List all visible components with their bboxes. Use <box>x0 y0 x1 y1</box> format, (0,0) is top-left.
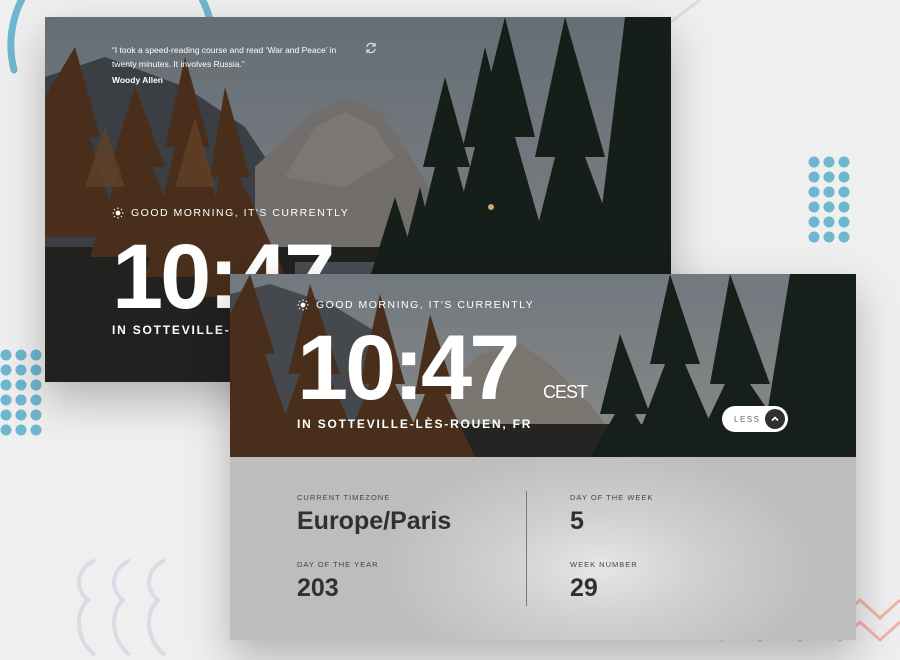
greeting-row: GOOD MORNING, IT'S CURRENTLY <box>112 207 349 219</box>
clock-header: GOOD MORNING, IT'S CURRENTLY 10:47 CEST … <box>230 274 856 457</box>
week-number-value: 29 <box>570 574 598 602</box>
greeting-row: GOOD MORNING, IT'S CURRENTLY <box>297 299 534 311</box>
day-of-week-label: DAY OF THE WEEK <box>570 493 654 502</box>
timezone-label: CURRENT TIMEZONE <box>297 493 391 502</box>
location-text: IN SOTTEVILLE-LÈS-ROUEN, FR <box>297 417 533 431</box>
sun-icon <box>297 299 309 311</box>
info-panel: CURRENT TIMEZONE Europe/Paris DAY OF THE… <box>230 457 856 640</box>
timezone-abbreviation: CEST <box>543 382 588 402</box>
day-of-year-label: DAY OF THE YEAR <box>297 560 379 569</box>
dot-grid-right <box>808 156 850 243</box>
clock-card-front: GOOD MORNING, IT'S CURRENTLY 10:47 CEST … <box>230 274 856 640</box>
greeting-text: GOOD MORNING, IT'S CURRENTLY <box>131 207 350 219</box>
toggle-label: LESS <box>734 414 761 424</box>
timezone-value: Europe/Paris <box>297 507 452 535</box>
panel-divider <box>526 491 527 606</box>
refresh-icon[interactable] <box>365 42 377 54</box>
chevron-up-icon[interactable] <box>765 409 785 429</box>
decorative-braces <box>76 558 167 657</box>
week-number-label: WEEK NUMBER <box>570 560 638 569</box>
day-of-year-value: 203 <box>297 574 339 602</box>
sun-icon <box>112 207 124 219</box>
dot-grid-left <box>0 349 42 436</box>
less-toggle-button[interactable]: LESS <box>722 406 788 432</box>
quote-text: “I took a speed-reading course and read … <box>112 45 337 69</box>
current-time: 10:47 <box>297 317 520 419</box>
quote-author: Woody Allen <box>112 75 163 85</box>
greeting-text: GOOD MORNING, IT'S CURRENTLY <box>316 299 535 311</box>
day-of-week-value: 5 <box>570 507 584 535</box>
